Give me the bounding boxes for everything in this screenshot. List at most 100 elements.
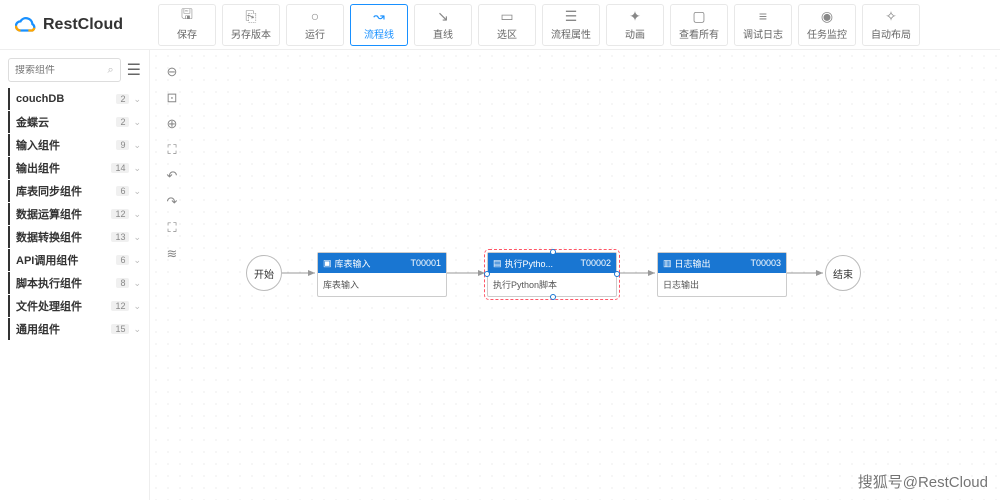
chevron-down-icon: ⌄ [133, 117, 141, 128]
category-item[interactable]: couchDB2⌄ [8, 88, 141, 110]
toolbar-label: 运行 [305, 26, 325, 41]
fullscreen-icon[interactable]: ⛶ [160, 216, 184, 240]
viewall-icon: ▢ [692, 8, 705, 24]
chevron-down-icon: ⌄ [133, 209, 141, 220]
category-item[interactable]: 库表同步组件6⌄ [8, 180, 141, 202]
toolbar-label: 流程线 [364, 26, 394, 41]
category-count: 15 [111, 324, 129, 334]
node-table-input[interactable]: ▣库表输入T00001 库表输入 [317, 252, 447, 297]
file-icon: ▣ [323, 258, 332, 269]
category-item[interactable]: 脚本执行组件8⌄ [8, 272, 141, 294]
category-count: 14 [111, 163, 129, 173]
category-item[interactable]: 数据转换组件13 ⌄ [8, 226, 141, 248]
select-icon: ▭ [500, 8, 513, 24]
category-item[interactable]: 通用组件15⌄ [8, 318, 141, 340]
search-input[interactable]: ⌕ [8, 58, 121, 82]
search-icon: ⌕ [107, 64, 113, 77]
category-item[interactable]: 文件处理组件12⌄ [8, 295, 141, 317]
debug-icon: ≡ [759, 8, 767, 24]
category-count: 9 [116, 140, 129, 150]
node-python-script[interactable]: ▤执行Pytho...T00002 执行Python脚本 [487, 252, 617, 297]
zoom-in-icon[interactable]: ⊕ [160, 112, 184, 136]
category-count: 12 [111, 209, 129, 219]
category-name: 金蝶云 [16, 114, 116, 130]
category-name: 脚本执行组件 [16, 275, 116, 291]
category-name: API调用组件 [16, 252, 116, 268]
snap-icon[interactable]: ≋ [160, 242, 184, 266]
category-count: 6 [116, 255, 129, 265]
watermark: 搜狐号@RestCloud [858, 471, 988, 492]
props-icon: ☰ [565, 8, 578, 24]
logo: RestCloud [0, 14, 150, 36]
line-icon: ↘ [437, 8, 449, 24]
toolbar-label: 保存 [177, 26, 197, 41]
toolbar-line-button[interactable]: ↘ 直线 [414, 4, 472, 46]
category-name: 库表同步组件 [16, 183, 116, 199]
chevron-down-icon: ⌄ [133, 186, 141, 197]
cloud-icon [15, 14, 37, 36]
log-icon: ▥ [663, 258, 672, 269]
flow-icon: ↝ [373, 8, 385, 24]
toolbar-anim-button[interactable]: ✦ 动画 [606, 4, 664, 46]
auto-icon: ✧ [885, 8, 897, 24]
anim-icon: ✦ [629, 8, 641, 24]
category-item[interactable]: 输出组件14 ⌄ [8, 157, 141, 179]
category-count: 13 [111, 232, 129, 242]
category-item[interactable]: 金蝶云2 ⌄ [8, 111, 141, 133]
chevron-down-icon: ⌄ [133, 163, 141, 174]
copy-icon: ⎘ [245, 8, 256, 24]
play-icon: ○ [311, 8, 319, 24]
sidebar: ⌕ ☰ couchDB2⌄金蝶云2⌄输入组件9⌄输出组件14⌄库表同步组件6⌄数… [0, 50, 150, 500]
toolbar-play-button[interactable]: ○ 运行 [286, 4, 344, 46]
toolbar-save-button[interactable]: 🖫 保存 [158, 4, 216, 46]
toolbar-debug-button[interactable]: ≡ 调试日志 [734, 4, 792, 46]
chevron-down-icon: ⌄ [133, 278, 141, 289]
fit-screen-icon[interactable]: ⛶ [160, 138, 184, 162]
port-right[interactable] [614, 271, 620, 277]
zoom-fit-icon[interactable]: ⊡ [160, 86, 184, 110]
chevron-down-icon: ⌄ [133, 255, 141, 266]
toolbar-auto-button[interactable]: ✧ 自动布局 [862, 4, 920, 46]
category-name: 数据运算组件 [16, 206, 111, 222]
category-name: 数据转换组件 [16, 229, 111, 245]
zoom-out-icon[interactable]: ⊖ [160, 60, 184, 84]
toolbar-flow-button[interactable]: ↝ 流程线 [350, 4, 408, 46]
toolbar-copy-button[interactable]: ⎘另存版本 [222, 4, 280, 46]
toolbar-label: 调试日志 [743, 26, 783, 41]
chevron-down-icon: ⌄ [133, 94, 141, 105]
category-name: 输出组件 [16, 160, 111, 176]
category-count: 12 [111, 301, 129, 311]
category-count: 2 [116, 94, 129, 104]
chevron-down-icon: ⌄ [133, 232, 141, 243]
canvas[interactable]: ⊖ ⊡ ⊕ ⛶ ↶ ↷ ⛶ ≋ 开始 ▣库表输入T00001 库表输入 ▤执行P… [150, 50, 1000, 500]
category-item[interactable]: 数据运算组件12 ⌄ [8, 203, 141, 225]
end-node[interactable]: 结束 [825, 255, 861, 291]
toolbar-viewall-button[interactable]: ▢ 查看所有 [670, 4, 728, 46]
list-view-icon[interactable]: ☰ [127, 60, 141, 80]
port-left[interactable] [484, 271, 490, 277]
toolbar-label: 直线 [433, 26, 453, 41]
port-top[interactable] [550, 249, 556, 255]
toolbar-label: 自动布局 [871, 26, 911, 41]
undo-icon[interactable]: ↶ [160, 164, 184, 188]
monitor-icon: ◉ [821, 8, 833, 24]
category-count: 2 [116, 117, 129, 127]
search-field[interactable] [15, 65, 107, 76]
category-name: 输入组件 [16, 137, 116, 153]
port-bottom[interactable] [550, 294, 556, 300]
start-node[interactable]: 开始 [246, 255, 282, 291]
toolbar-select-button[interactable]: ▭选区 [478, 4, 536, 46]
toolbar-label: 动画 [625, 26, 645, 41]
save-icon: 🖫 [181, 8, 193, 24]
node-log-output[interactable]: ▥日志输出T00003 日志输出 [657, 252, 787, 297]
toolbar-label: 流程属性 [551, 26, 591, 41]
chevron-down-icon: ⌄ [133, 301, 141, 312]
toolbar-props-button[interactable]: ☰ 流程属性 [542, 4, 600, 46]
category-item[interactable]: API调用组件6 ⌄ [8, 249, 141, 271]
redo-icon[interactable]: ↷ [160, 190, 184, 214]
chevron-down-icon: ⌄ [133, 324, 141, 335]
category-item[interactable]: 输入组件9⌄ [8, 134, 141, 156]
toolbar-label: 查看所有 [679, 26, 719, 41]
brand-name: RestCloud [43, 16, 123, 34]
toolbar-monitor-button[interactable]: ◉任务监控 [798, 4, 856, 46]
